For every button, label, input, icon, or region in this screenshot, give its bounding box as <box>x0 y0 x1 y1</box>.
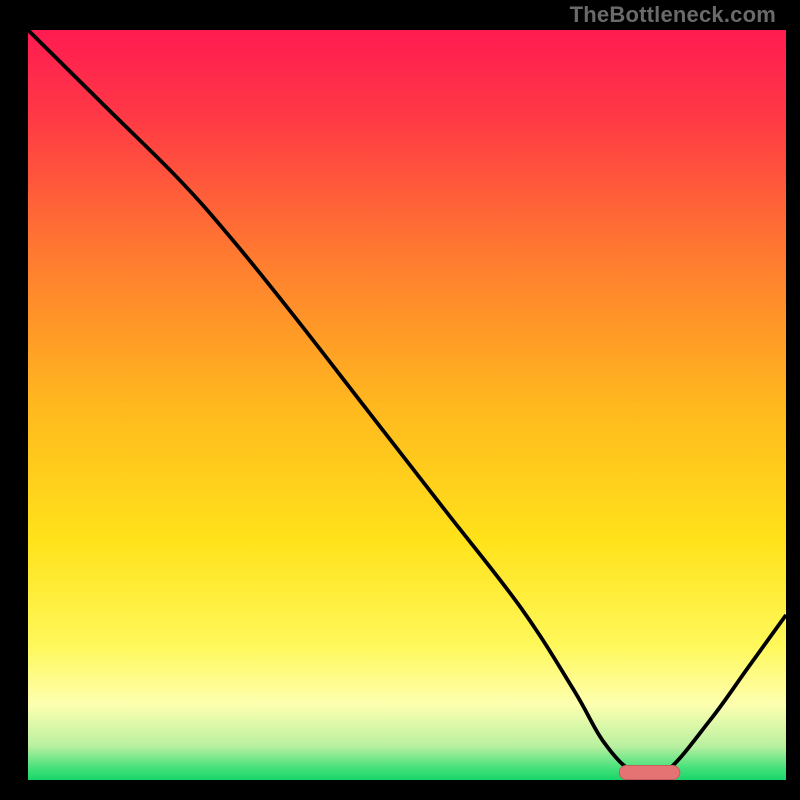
bottleneck-chart <box>0 0 800 800</box>
watermark-text[interactable]: TheBottleneck.com <box>570 2 776 28</box>
chart-stage: TheBottleneck.com <box>0 0 800 800</box>
valley-marker <box>619 766 680 780</box>
